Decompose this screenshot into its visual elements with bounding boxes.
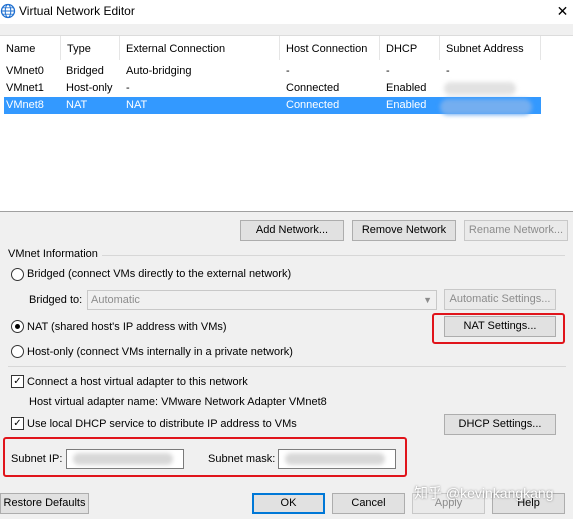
chevron-down-icon: ▼ [423,295,432,305]
column-header-type[interactable]: Type [61,36,120,60]
adapter-name-label: Host virtual adapter name: VMware Networ… [29,396,327,408]
divider [8,366,566,367]
cell-name: VMnet1 [6,82,44,94]
bridged-to-value: Automatic [91,294,140,306]
cell-host: - [286,65,290,77]
bridged-to-label: Bridged to: [29,294,83,306]
cancel-button[interactable]: Cancel [332,493,405,514]
cell-external: - [126,82,130,94]
table-row-vmnet0[interactable]: VMnet0 Bridged Auto-bridging - - - [4,63,541,80]
dhcp-settings-button[interactable]: DHCP Settings... [444,414,556,435]
add-network-button[interactable]: Add Network... [240,220,344,241]
table-row-vmnet8[interactable]: VMnet8 NAT NAT Connected Enabled [4,97,541,115]
column-header-subnet-address[interactable]: Subnet Address [440,36,541,60]
dhcp-checkbox[interactable]: ✓ [11,417,24,430]
connect-adapter-label[interactable]: Connect a host virtual adapter to this n… [27,375,248,389]
cell-dhcp: Enabled [386,99,427,111]
group-divider [102,255,565,256]
redacted-subnet [444,82,516,95]
cell-name: VMnet0 [6,65,44,77]
close-icon[interactable]: ✕ [552,0,573,22]
cell-dhcp: - [386,65,390,77]
column-header-name[interactable]: Name [0,36,61,60]
connect-adapter-checkbox[interactable]: ✓ [11,375,24,388]
redacted-subnet [440,99,532,115]
highlight-box-subnet [3,437,407,477]
cell-host: Connected [286,82,340,94]
column-header-dhcp[interactable]: DHCP [380,36,440,60]
ok-button[interactable]: OK [252,493,325,514]
host-only-label[interactable]: Host-only (connect VMs internally in a p… [27,345,293,359]
column-header-external-connection[interactable]: External Connection [120,36,280,60]
restore-defaults-button[interactable]: Restore Defaults [0,493,89,514]
nat-label[interactable]: NAT (shared host's IP address with VMs) [27,320,227,334]
remove-network-button[interactable]: Remove Network [352,220,456,241]
network-list[interactable]: Name Type External Connection Host Conne… [0,35,573,212]
cell-subnet: - [446,65,450,77]
cell-type: Host-only [66,82,113,94]
host-only-radio[interactable] [11,345,24,358]
cell-dhcp: Enabled [386,82,427,94]
cell-name: VMnet8 [6,99,44,111]
bridged-radio[interactable] [11,268,24,281]
cell-external: NAT [126,99,148,111]
cell-type: Bridged [66,65,104,77]
highlight-box-nat [432,313,565,344]
table-row-vmnet1[interactable]: VMnet1 Host-only - Connected Enabled [4,80,541,97]
vmnet-information-label: VMnet Information [8,248,98,260]
cell-type: NAT [66,99,88,111]
column-header-host-connection[interactable]: Host Connection [280,36,380,60]
rename-network-button[interactable]: Rename Network... [464,220,568,241]
title-bar: Virtual Network Editor ✕ [0,0,573,24]
bridged-label[interactable]: Bridged (connect VMs directly to the ext… [27,267,291,281]
window-title: Virtual Network Editor [19,4,135,18]
cell-host: Connected [286,99,340,111]
cell-external: Auto-bridging [126,65,192,77]
automatic-settings-button[interactable]: Automatic Settings... [444,289,556,310]
nat-radio[interactable] [11,320,24,333]
watermark: 知乎 @kevinkangkang [414,485,554,501]
bridged-to-select[interactable]: Automatic ▼ [87,290,437,310]
dhcp-label[interactable]: Use local DHCP service to distribute IP … [27,417,297,431]
globe-icon [0,3,16,19]
